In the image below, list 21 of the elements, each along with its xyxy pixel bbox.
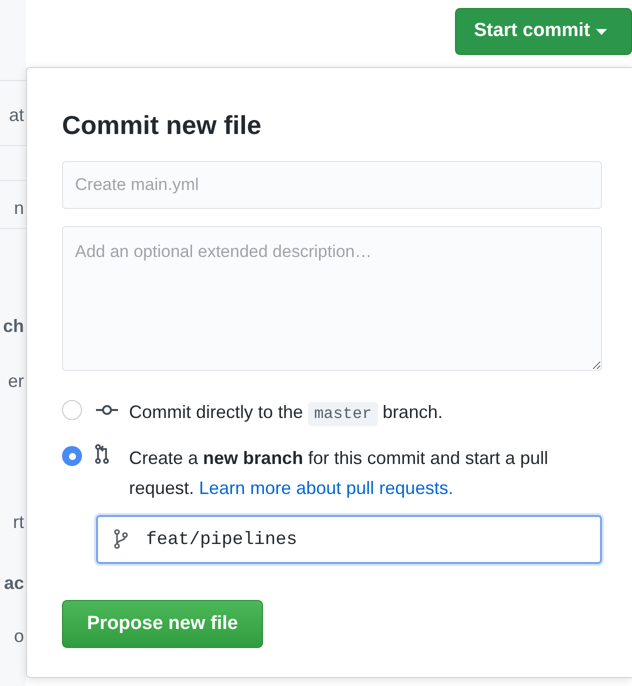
branch-icon — [114, 529, 128, 549]
propose-file-button[interactable]: Propose new file — [62, 600, 263, 648]
background-text: at — [8, 104, 24, 127]
background-text: n — [14, 197, 24, 220]
background-text: er — [8, 370, 24, 393]
dialog-title: Commit new file — [62, 110, 262, 140]
caret-icon — [596, 28, 608, 34]
description-field[interactable]: Add an optional extended description… — [62, 226, 602, 371]
option-label: Create a new branch for this commit and start a pull request. Learn more about pull requests. — [129, 448, 548, 498]
background-text: ac — [4, 572, 24, 595]
pull-request-icon — [95, 444, 109, 464]
background-text: o — [14, 625, 24, 648]
start-commit-button[interactable]: Start commit — [455, 8, 632, 55]
learn-more-link[interactable]: Learn more about pull requests. — [199, 478, 454, 498]
background-text: rt — [13, 511, 24, 534]
commit-summary-field[interactable]: Create main.yml — [62, 161, 602, 209]
radio-button[interactable] — [62, 446, 82, 466]
branch-name-field[interactable]: feat/pipelines — [96, 515, 602, 564]
background-text: ch — [2, 315, 24, 338]
commit-icon — [95, 404, 119, 416]
radio-button[interactable] — [62, 400, 82, 420]
